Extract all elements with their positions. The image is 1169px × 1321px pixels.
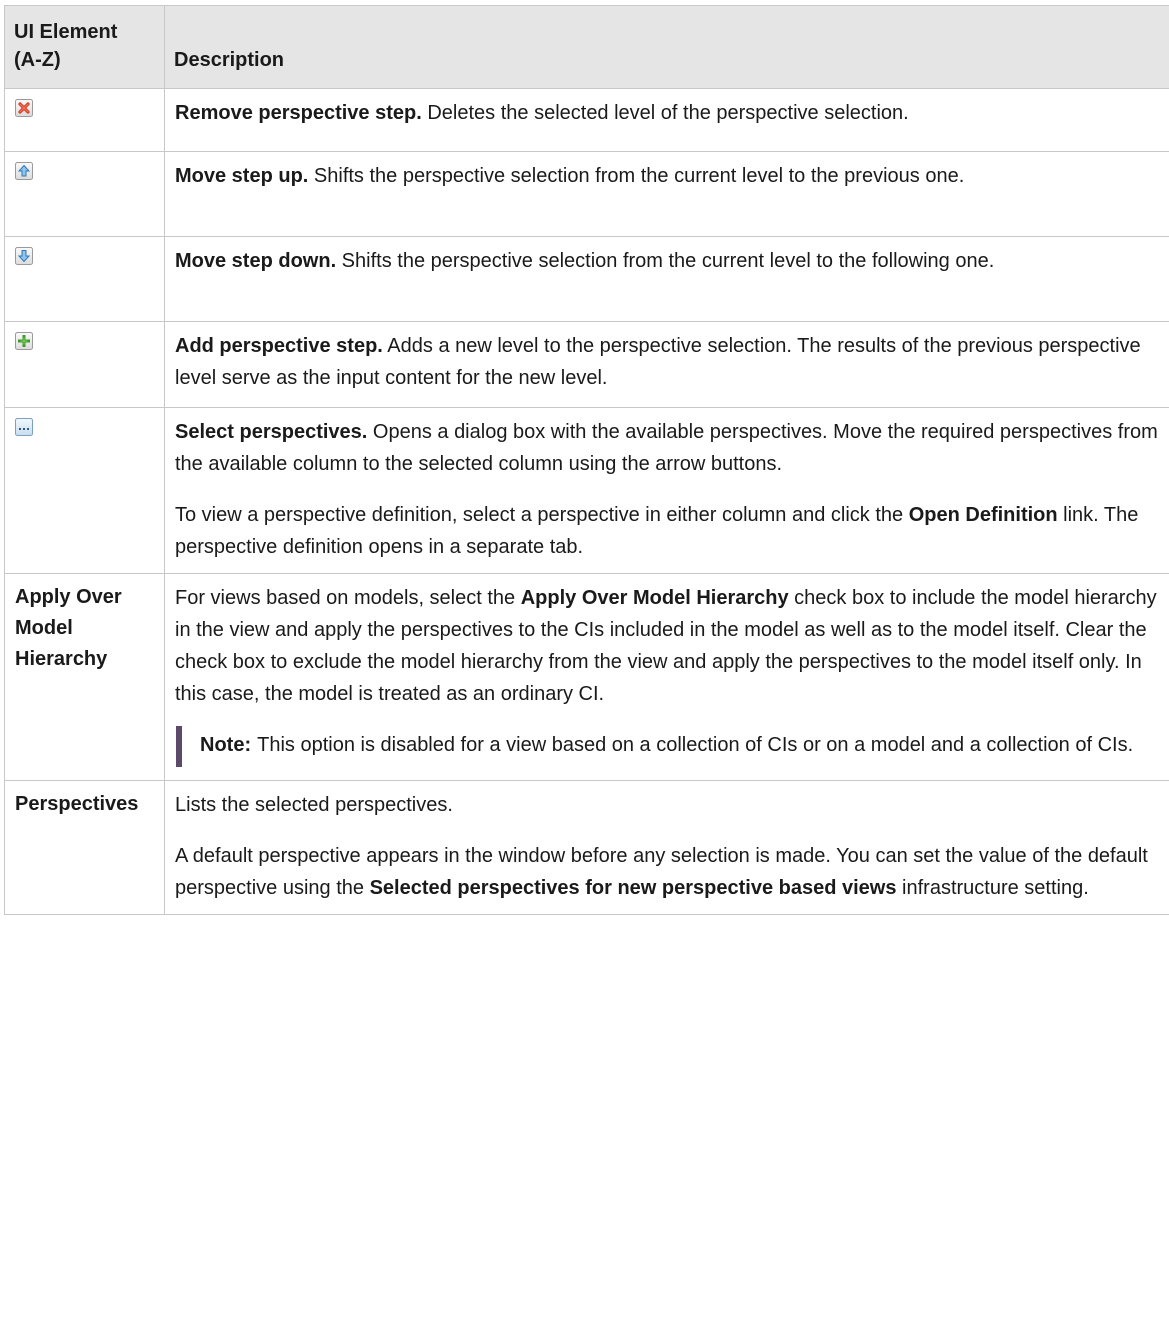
header-ui-element-line1: UI Element <box>14 21 117 43</box>
element-cell <box>5 322 165 408</box>
table-row: Select perspectives. Opens a dialog box … <box>5 408 1169 574</box>
element-label: Model <box>15 613 156 644</box>
table-row: Perspectives Lists the selected perspect… <box>5 781 1169 915</box>
element-cell <box>5 237 165 322</box>
item-title: Add perspective step. <box>175 335 383 357</box>
table-row: Move step down. Shifts the perspective s… <box>5 237 1169 322</box>
element-label: Apply Over <box>15 582 156 613</box>
item-text: To view a perspective definition, select… <box>175 504 909 526</box>
item-title: Remove perspective step. <box>175 102 422 124</box>
description-cell: Move step up. Shifts the perspective sel… <box>165 152 1169 237</box>
header-ui-element-line2: (A-Z) <box>14 49 61 71</box>
header-ui-element: UI Element (A-Z) <box>5 6 165 89</box>
ellipsis-icon <box>15 418 33 436</box>
item-text: Lists the selected perspectives. <box>175 789 1161 821</box>
item-title: Select perspectives. <box>175 421 367 443</box>
item-text: Shifts the perspective selection from th… <box>308 165 964 187</box>
table-header-row: UI Element (A-Z) Description <box>5 6 1169 89</box>
element-cell: Perspectives <box>5 781 165 915</box>
header-description: Description <box>165 6 1169 89</box>
ui-element-reference-table: UI Element (A-Z) Description <box>4 5 1169 915</box>
note-label: Note: <box>200 734 251 756</box>
apply-over-model-term: Apply Over Model Hierarchy <box>521 587 789 609</box>
element-label: Perspectives <box>15 789 156 820</box>
description-cell: Move step down. Shifts the perspective s… <box>165 237 1169 322</box>
description-cell: For views based on models, select the Ap… <box>165 574 1169 781</box>
add-step-icon <box>15 332 33 350</box>
table-row: Apply Over Model Hierarchy For views bas… <box>5 574 1169 781</box>
item-text: For views based on models, select the <box>175 587 521 609</box>
element-cell: Apply Over Model Hierarchy <box>5 574 165 781</box>
element-label: Hierarchy <box>15 644 156 675</box>
remove-step-icon <box>15 99 33 117</box>
item-title: Move step down. <box>175 250 336 272</box>
item-text: Deletes the selected level of the perspe… <box>422 102 909 124</box>
description-cell: Add perspective step. Adds a new level t… <box>165 322 1169 408</box>
note-text: This option is disabled for a view based… <box>257 734 1133 756</box>
note-callout: Note: This option is disabled for a view … <box>176 726 1161 767</box>
move-up-icon <box>15 162 33 180</box>
item-text: Shifts the perspective selection from th… <box>336 250 994 272</box>
item-title: Move step up. <box>175 165 308 187</box>
description-cell: Lists the selected perspectives. A defau… <box>165 781 1169 915</box>
open-definition-term: Open Definition <box>909 504 1058 526</box>
description-cell: Remove perspective step. Deletes the sel… <box>165 89 1169 152</box>
description-cell: Select perspectives. Opens a dialog box … <box>165 408 1169 574</box>
item-text: infrastructure setting. <box>896 877 1088 899</box>
selected-perspectives-setting-term: Selected perspectives for new perspectiv… <box>370 877 897 899</box>
element-cell <box>5 408 165 574</box>
element-cell <box>5 152 165 237</box>
move-down-icon <box>15 247 33 265</box>
table-row: Add perspective step. Adds a new level t… <box>5 322 1169 408</box>
table-row: Move step up. Shifts the perspective sel… <box>5 152 1169 237</box>
element-cell <box>5 89 165 152</box>
table-row: Remove perspective step. Deletes the sel… <box>5 89 1169 152</box>
